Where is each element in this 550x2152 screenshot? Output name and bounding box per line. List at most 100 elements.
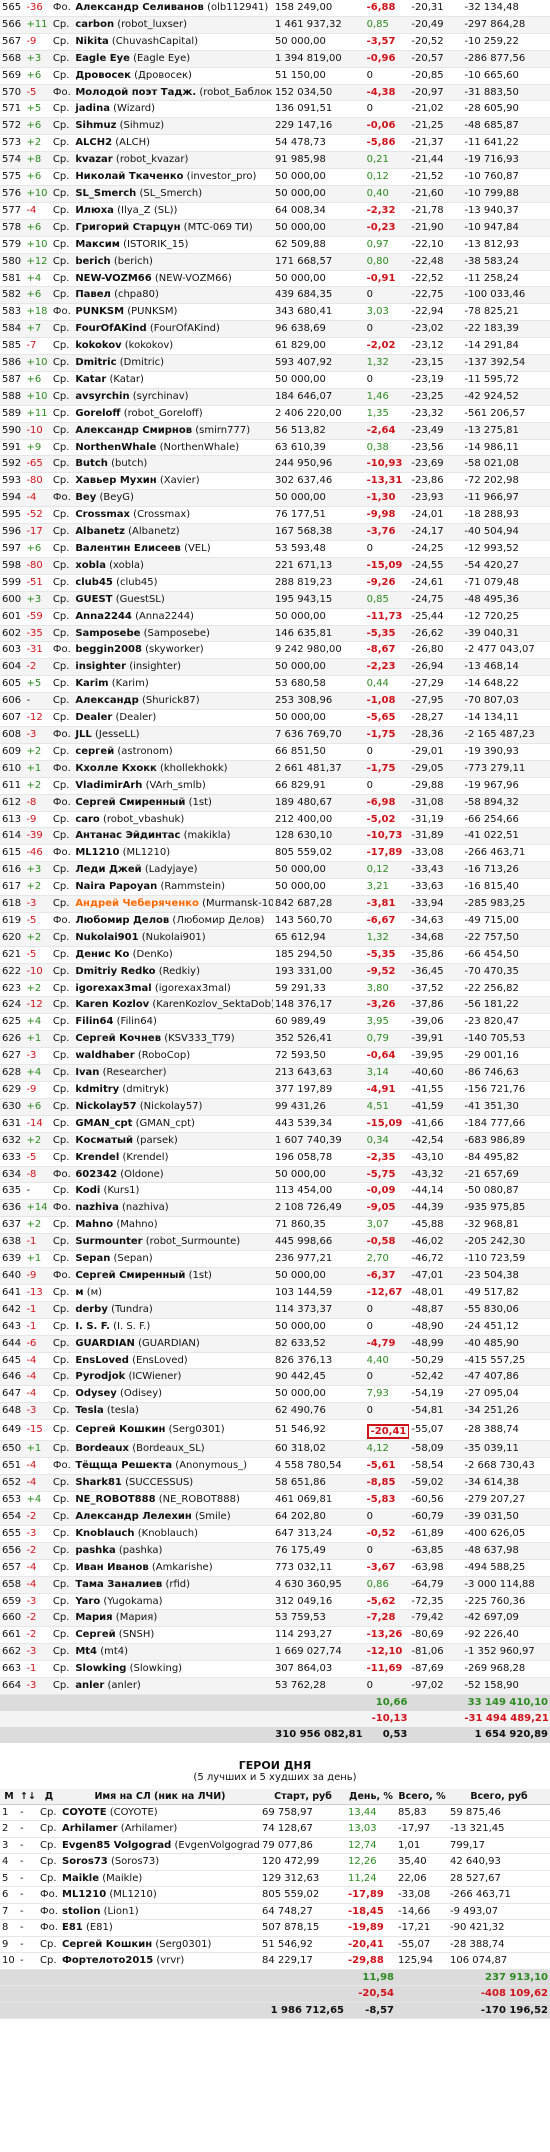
table-row[interactable]: 621 -5 Ср. Денис Ко (DenKo) 185 294,50 -5,35-… bbox=[0, 946, 550, 964]
table-row[interactable]: 643 -1 Ср. I. S. F. (I. S. F.) 50 000,00 0 -48… bbox=[0, 1318, 550, 1336]
table-row[interactable]: 587 +6 Ср. Katar (Katar) 50 000,00 0 -23,19 -11… bbox=[0, 371, 550, 389]
table-row[interactable]: 584 +7 Ср. FourOfAKind (FourOfAKind) 96 638,… bbox=[0, 320, 550, 339]
hero-row[interactable]: 3- Ср. Evgen85 Volgograd (EvgenVolgograd) 7… bbox=[0, 1837, 550, 1855]
table-row[interactable]: 595 -52 Ср. Crossmax (Crossmax) 76 177,51 -9,… bbox=[0, 506, 550, 525]
table-row[interactable]: 636 +14 Фо. nazhiva (nazhiva) 2 108 726,49 -9… bbox=[0, 1199, 550, 1218]
table-row[interactable]: 600 +3 Ср. GUEST (GuestSL) 195 943,15 0,85 -24… bbox=[0, 591, 550, 609]
table-row[interactable]: 650 +1 Ср. Bordeaux (Bordeaux_SL) 60 318,02 4… bbox=[0, 1440, 550, 1459]
table-row[interactable]: 638 -1 Ср. Surmounter (robot_Surmounte) 445 … bbox=[0, 1233, 550, 1252]
table-row[interactable]: 626 +1 Ср. Сергей Кочнев (KSV333_T79) 352 52… bbox=[0, 1030, 550, 1049]
table-row[interactable]: 592 -65 Ср. Butch (butch) 244 950,96 -10,93 -2… bbox=[0, 455, 550, 474]
table-row[interactable]: 658 -4 Ср. Тама Заналиев (rfid) 4 630 360,95… bbox=[0, 1576, 550, 1594]
table-row[interactable]: 579 +10 Ср. Максим (ISTORIK_15) 62 509,88 0,9… bbox=[0, 236, 550, 254]
table-row[interactable]: 648 -3 Ср. Tesla (tesla) 62 490,76 0 -54,81 -34… bbox=[0, 1402, 550, 1421]
hero-row[interactable]: 9- Ср. Сергей Кошкин (Serg0301) 51 546,92 -2… bbox=[0, 1936, 550, 1954]
table-row[interactable]: 565 -36 Фо. Александр Селиванов (olb112941)… bbox=[0, 0, 550, 17]
table-row[interactable]: 581 +4 Ср. NEW-VOZM66 (NEW-VOZM66) 50 000,00… bbox=[0, 270, 550, 288]
table-row[interactable]: 615 -46 Фо. ML1210 (ML1210) 805 559,02 -17,89… bbox=[0, 844, 550, 863]
table-row[interactable]: 576 +10 Ср. SL_Smerch (SL_Smerch) 50 000,00 0… bbox=[0, 185, 550, 203]
table-row[interactable]: 620 +2 Ср. Nukolai901 (Nukolai901) 65 612,94… bbox=[0, 929, 550, 947]
table-row[interactable]: 624 -12 Ср. Karen Kozlov (KarenKozlov_Sekta… bbox=[0, 996, 550, 1015]
table-row[interactable]: 567 -9 Ср. Nikita (ChuvashCapital) 50 000,00… bbox=[0, 33, 550, 51]
table-row[interactable]: 644 -6 Ср. GUARDIAN (GUARDIAN) 82 633,52 -4,7… bbox=[0, 1335, 550, 1353]
table-row[interactable]: 613 -9 Ср. caro (robot_vbashuk) 212 400,00 -5… bbox=[0, 811, 550, 829]
table-row[interactable]: 656 -2 Ср. pashka (pashka) 76 175,49 0 -63,85-… bbox=[0, 1542, 550, 1560]
table-row[interactable]: 630 +6 Ср. Nickolay57 (Nickolay57) 99 431,26… bbox=[0, 1098, 550, 1116]
table-row[interactable]: 618-3Ср.Андрей Чеберяченко (Murmansk-100… bbox=[0, 895, 550, 913]
table-row[interactable]: 593 -80 Ср. Хавьер Мухин (Xavier) 302 637,46… bbox=[0, 472, 550, 491]
hero-row[interactable]: 4- Ср. Soros73 (Soros73) 120 472,99 12,26 35,… bbox=[0, 1853, 550, 1871]
table-row[interactable]: 654 -2 Ср. Александр Лелехин (Smile) 64 202,… bbox=[0, 1508, 550, 1526]
table-row[interactable]: 608 -3 Фо. JLL (JesseLL) 7 636 769,70 -1,75 -2… bbox=[0, 726, 550, 744]
table-row[interactable]: 616 +3 Ср. Леди Джей (Ladyjaye) 50 000,00 0,1… bbox=[0, 861, 550, 880]
table-row[interactable]: 578 +6 Ср. Григорий Старцун (МТС-069 ТИ) 50 … bbox=[0, 219, 550, 237]
table-row[interactable]: 606- Ср. Александр (Shurick87) 253 308,96 -1… bbox=[0, 692, 550, 711]
hero-row[interactable]: 2- Ср. Arhilamer (Arhilamer) 74 128,67 13,03… bbox=[0, 1820, 550, 1838]
table-row[interactable]: 614 -39 Ср. Антанас Эйдинтас (makikla) 128 6… bbox=[0, 827, 550, 846]
table-row[interactable]: 597 +6 Ср. Валентин Елисеев (VEL) 53 593,48 0… bbox=[0, 540, 550, 558]
table-row[interactable]: 634 -8 Фо. 602342 (Oldone) 50 000,00 -5,75 -43… bbox=[0, 1166, 550, 1184]
table-row[interactable]: 569 +6 Ср. Дровосек (Дровосек) 51 150,00 0 -20… bbox=[0, 67, 550, 85]
table-row[interactable]: 635- Ср. Kodi (Kurs1) 113 454,00 -0,09 -44,14… bbox=[0, 1182, 550, 1201]
table-row[interactable]: 570 -5 Фо. Молодой поэт Тадж. (robot_Баблок… bbox=[0, 84, 550, 102]
table-row[interactable]: 655 -3 Ср. Knoblauch (Knoblauch) 647 313,24-… bbox=[0, 1525, 550, 1543]
table-row[interactable]: 566 +11 Ср. carbon (robot_luxser) 1 461 937,… bbox=[0, 16, 550, 34]
table-row[interactable]: 664 -3 Ср. anler (anler) 53 762,28 0 -97,02 -52… bbox=[0, 1677, 550, 1695]
table-row[interactable]: 599 -51 Ср. club45 (club45) 288 819,23 -9,26-… bbox=[0, 574, 550, 592]
table-row[interactable]: 628 +4 Ср. Ivan (Researcher) 213 643,63 3,14-… bbox=[0, 1064, 550, 1082]
hero-row[interactable]: 1- Ср. COYOTE (COYOTE) 69 758,97 13,44 85,83 5… bbox=[0, 1804, 550, 1822]
table-row[interactable]: 631 -14 Ср. GMAN_cpt (GMAN_cpt) 443 539,34 -1… bbox=[0, 1115, 550, 1133]
table-row[interactable]: 582 +6 Ср. Павел (chpa80) 439 684,35 0 -22,75-… bbox=[0, 286, 550, 305]
table-row[interactable]: 607 -12 Ср. Dealer (Dealer) 50 000,00 -5,65 -2… bbox=[0, 709, 550, 727]
table-row[interactable]: 617 +2 Ср. Naira Papoyan (Rammstein) 50 000,… bbox=[0, 878, 550, 897]
table-row[interactable]: 623 +2 Ср. igorexax3mal (igorexax3mal) 59 29… bbox=[0, 980, 550, 998]
table-row[interactable]: 583 +18 Фо. PUNKSM (PUNKSM) 343 680,41 3,03 -2… bbox=[0, 303, 550, 322]
table-row[interactable]: 642 -1 Ср. derby (Tundra) 114 373,37 0 -48,87-… bbox=[0, 1301, 550, 1319]
table-row[interactable]: 645 -4 Ср. EnsLoved (EnsLoved) 826 376,13 4,4… bbox=[0, 1352, 550, 1370]
hero-row[interactable]: 7- Фо. stolion (Lion1) 64 748,27 -18,45 -14,6… bbox=[0, 1903, 550, 1921]
table-row[interactable]: 571 +5 Ср. jadina (Wizard) 136 091,51 0 -21,02… bbox=[0, 100, 550, 119]
hero-row[interactable]: 5- Ср. Maikle (Maikle) 129 312,63 11,24 22,06… bbox=[0, 1870, 550, 1888]
table-row[interactable]: 663 -1 Ср. Slowking (Slowking) 307 864,03 -11… bbox=[0, 1660, 550, 1679]
table-row[interactable]: 572 +6 Ср. Sihmuz (Sihmuz) 229 147,16 -0,06 -2… bbox=[0, 117, 550, 136]
table-row[interactable]: 637 +2 Ср. Mahno (Mahno) 71 860,35 3,07 -45,88… bbox=[0, 1216, 550, 1235]
table-row[interactable]: 568 +3 Ср. Eagle Eye (Eagle Eye) 1 394 819,0… bbox=[0, 50, 550, 68]
table-row[interactable]: 646 -4 Ср. Pyrodjok (ICWiener) 90 442,45 0 -52… bbox=[0, 1368, 550, 1387]
table-row[interactable]: 585 -7 Ср. kokokov (kokokov) 61 829,00 -2,02-… bbox=[0, 337, 550, 356]
hero-row[interactable]: 10- Ср. Фортелото2015 (vrvr) 84 229,17 -29,8… bbox=[0, 1952, 550, 1970]
table-row[interactable]: 612 -8 Фо. Сергей Смиренный (1st) 189 480,67… bbox=[0, 794, 550, 812]
table-row[interactable]: 602 -35 Ср. Samposebe (Samposebe) 146 635,81… bbox=[0, 625, 550, 643]
table-row[interactable]: 625 +4 Ср. Filin64 (Filin64) 60 989,49 3,95 -3… bbox=[0, 1013, 550, 1032]
table-row[interactable]: 647 -4 Ср. Odysey (Odisey) 50 000,00 7,93 -54,… bbox=[0, 1385, 550, 1404]
table-row[interactable]: 632 +2 Ср. Косматый (parsek) 1 607 740,39 0,3… bbox=[0, 1132, 550, 1150]
table-row[interactable]: 649 -15 Ср. Сергей Кошкин (Serg0301) 51 546,… bbox=[0, 1419, 550, 1442]
table-row[interactable]: 601 -59 Ср. Anna2244 (Anna2244) 50 000,00 -11… bbox=[0, 608, 550, 626]
table-row[interactable]: 627 -3 Ср. waldhaber (RoboCop) 72 593,50 -0,6… bbox=[0, 1047, 550, 1066]
table-row[interactable]: 591 +9 Ср. NorthenWhale (NorthenWhale) 63 61… bbox=[0, 439, 550, 457]
table-row[interactable]: 605 +5 Ср. Karim (Karim) 53 680,58 0,44 -27,29… bbox=[0, 675, 550, 694]
table-row[interactable]: 629 -9 Ср. kdmitry (dmitryk) 377 197,89 -4,91… bbox=[0, 1081, 550, 1099]
table-row[interactable]: 639 +1 Ср. Sepan (Sepan) 236 977,21 2,70 -46,7… bbox=[0, 1250, 550, 1268]
table-row[interactable]: 660 -2 Ср. Мария (Мария) 53 759,53 -7,28 -79,4… bbox=[0, 1609, 550, 1628]
table-row[interactable]: 588 +10 Ср. avsyrchin (syrchinav) 184 646,07… bbox=[0, 388, 550, 406]
table-row[interactable]: 622 -10 Ср. Dmitriy Redko (Redkiy) 193 331,0… bbox=[0, 963, 550, 981]
table-row[interactable]: 641 -13 Ср. м (м) 103 144,59 -12,67 -48,01 -49 … bbox=[0, 1284, 550, 1302]
table-row[interactable]: 586 +10 Ср. Dmitric (Dmitric) 593 407,92 1,32… bbox=[0, 354, 550, 372]
table-row[interactable]: 610 +1 Фо. Кхолле Кхокк (khollekhokk) 2 661 … bbox=[0, 760, 550, 778]
table-row[interactable]: 609 +2 Ср. сергей (astronom) 66 851,50 0 -29,0… bbox=[0, 743, 550, 761]
table-row[interactable]: 611 +2 Ср. VladimirArh (VArh_smlb) 66 829,91… bbox=[0, 777, 550, 795]
table-row[interactable]: 652 -4 Ср. Shark81 (SUCCESSUS) 58 651,86 -8,8… bbox=[0, 1474, 550, 1493]
table-row[interactable]: 580 +12 Ср. berich (berich) 171 668,57 0,80 -2… bbox=[0, 253, 550, 271]
table-row[interactable]: 659 -3 Ср. Yaro (Yugokama) 312 049,16 -5,62 -7… bbox=[0, 1593, 550, 1611]
table-row[interactable]: 662 -3 Ср. Mt4 (mt4) 1 669 027,74 -12,10 -81,0… bbox=[0, 1643, 550, 1662]
table-row[interactable]: 577 -4 Ср. Илюха (Ilya_Z (SL)) 64 008,34 -2,3… bbox=[0, 202, 550, 220]
table-row[interactable]: 653 +4 Ср. NE_ROBOT888 (NE_ROBOT888) 461 069… bbox=[0, 1491, 550, 1509]
table-row[interactable]: 589 +11 Ср. Goreloff (robot_Goreloff) 2 406 … bbox=[0, 405, 550, 423]
table-row[interactable]: 657 -4 Ср. Иван Иванов (Amkarishe) 773 032,1… bbox=[0, 1559, 550, 1577]
table-row[interactable]: 598 -80 Ср. xobla (xobla) 221 671,13 -15,09 -2… bbox=[0, 557, 550, 575]
table-row[interactable]: 640 -9 Фо. Сергей Смиренный (1st) 50 000,00-… bbox=[0, 1267, 550, 1285]
table-row[interactable]: 590 -10 Ср. Александр Смирнов (smirn777) 56 … bbox=[0, 422, 550, 440]
table-row[interactable]: 573 +2 Ср. ALCH2 (ALCH) 54 478,73 -5,86 -21,37… bbox=[0, 134, 550, 153]
table-row[interactable]: 651 -4 Фо. Тёщща Решекта (Anonymous_) 4 558 … bbox=[0, 1457, 550, 1476]
table-row[interactable]: 633 -5 Ср. Krendel (Krendel) 196 058,78 -2,35… bbox=[0, 1149, 550, 1167]
